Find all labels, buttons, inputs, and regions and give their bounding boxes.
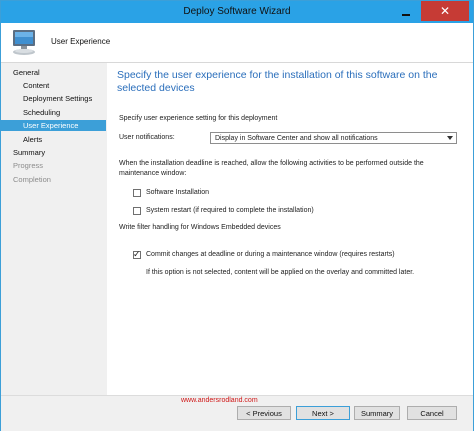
chevron-down-icon[interactable] (447, 136, 453, 140)
computer-icon (9, 27, 39, 57)
wizard-window: Deploy Software Wizard ✕ User Experience… (0, 0, 474, 431)
wizard-nav: General Content Deployment Settings Sche… (1, 63, 106, 395)
nav-item-content[interactable]: Content (1, 80, 106, 91)
nav-item-deployment-settings[interactable]: Deployment Settings (1, 93, 106, 104)
nav-item-user-experience[interactable]: User Experience (1, 120, 106, 131)
commit-changes-label[interactable]: Commit changes at deadline or during a m… (146, 251, 395, 258)
page-label: User Experience (51, 37, 111, 46)
commit-note: If this option is not selected, content … (146, 269, 415, 276)
minimize-button[interactable] (393, 1, 419, 21)
previous-button[interactable]: < Previous (237, 406, 291, 420)
user-notifications-value: Display in Software Center and show all … (215, 135, 378, 142)
deadline-text: When the installation deadline is reache… (119, 160, 424, 177)
summary-button[interactable]: Summary (354, 406, 400, 420)
next-button[interactable]: Next > (296, 406, 350, 420)
close-button[interactable]: ✕ (421, 1, 469, 21)
watermark-text: www.andersrodland.com (181, 397, 258, 404)
cancel-button[interactable]: Cancel (407, 406, 457, 420)
nav-item-alerts[interactable]: Alerts (1, 134, 106, 145)
user-notifications-label: User notifications: (119, 134, 175, 141)
system-restart-checkbox[interactable] (133, 207, 141, 215)
software-installation-label[interactable]: Software Installation (146, 189, 209, 196)
page-heading: Specify the user experience for the inst… (117, 69, 438, 94)
nav-item-completion: Completion (13, 175, 51, 184)
software-installation-checkbox[interactable] (133, 189, 141, 197)
nav-item-scheduling[interactable]: Scheduling (1, 107, 106, 118)
content-panel: Specify the user experience for the inst… (107, 63, 473, 395)
commit-changes-checkbox[interactable]: ✓ (133, 249, 141, 259)
nav-item-general[interactable]: General (1, 67, 106, 78)
checkmark-icon: ✓ (133, 249, 141, 259)
user-notifications-select[interactable]: Display in Software Center and show all … (210, 132, 457, 144)
system-restart-label[interactable]: System restart (if required to complete … (146, 207, 314, 214)
intro-text: Specify user experience setting for this… (119, 115, 278, 122)
title-bar[interactable]: Deploy Software Wizard ✕ (1, 1, 473, 23)
nav-item-progress: Progress (13, 161, 44, 170)
write-filter-label: Write filter handling for Windows Embedd… (119, 224, 281, 231)
nav-item-summary[interactable]: Summary (1, 147, 106, 158)
wizard-header: User Experience (1, 23, 473, 63)
